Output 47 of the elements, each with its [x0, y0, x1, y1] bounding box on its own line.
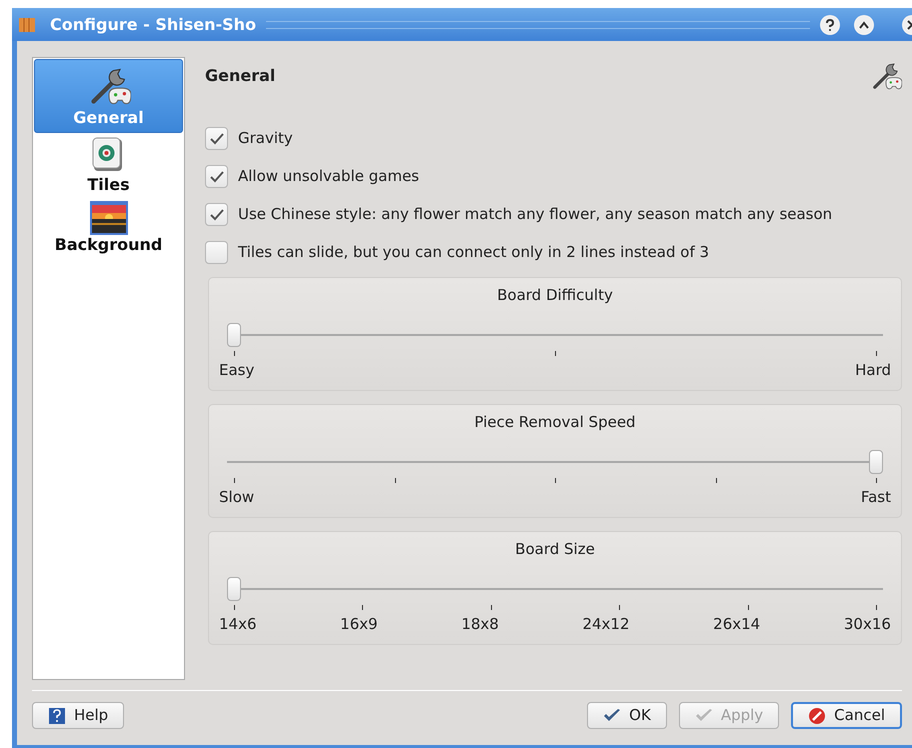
checkbox[interactable]: [205, 241, 228, 264]
slider-label: 26x14: [713, 614, 760, 634]
checkbox[interactable]: [205, 127, 228, 150]
window-title: Configure - Shisen-Sho: [50, 14, 256, 36]
slider-handle[interactable]: [227, 576, 241, 600]
slider[interactable]: [227, 576, 883, 600]
checkbox[interactable]: [205, 165, 228, 188]
help-icon: [48, 706, 66, 724]
slider-title: Board Difficulty: [497, 285, 613, 306]
sidebar-item[interactable]: Background: [34, 197, 183, 257]
dialog-button[interactable]: Help: [32, 702, 124, 729]
slider-title: Board Size: [515, 539, 595, 560]
sunset-image-icon: [90, 201, 128, 235]
checkmark-icon: [210, 132, 224, 144]
slider-label: 18x8: [461, 614, 499, 634]
slider-label: 30x16: [844, 614, 891, 634]
checkmark-icon: [694, 708, 713, 724]
checkmark-icon: [210, 208, 224, 220]
help-button[interactable]: [820, 14, 840, 34]
slider-label: Hard: [855, 360, 891, 380]
checkbox-label: Gravity: [238, 128, 293, 150]
checkbox[interactable]: [205, 203, 228, 226]
sidebar-item[interactable]: Tiles: [34, 133, 183, 197]
slider-label: Easy: [219, 360, 254, 380]
slider-title: Piece Removal Speed: [474, 412, 636, 433]
dialog-button[interactable]: Cancel: [791, 702, 902, 729]
shade-button[interactable]: [854, 14, 874, 34]
cancel-icon: [808, 706, 826, 724]
app-icon: [18, 16, 36, 34]
question-icon: [825, 18, 835, 30]
checkbox-label: Tiles can slide, but you can connect only in 2 lines instead of 3: [238, 242, 710, 264]
checkbox-label: Allow unsolvable games: [238, 166, 420, 188]
slider[interactable]: [227, 322, 883, 346]
dialog-button[interactable]: OK: [587, 702, 667, 729]
slider-label: 16x9: [340, 614, 378, 634]
checkmark-icon: [603, 708, 622, 724]
slider-handle[interactable]: [227, 322, 241, 346]
caret-up-icon: [859, 20, 869, 28]
slider-label: Fast: [860, 486, 891, 508]
checkbox-label: Use Chinese style: any flower match any flower, any season match any season: [238, 204, 832, 226]
slider[interactable]: [227, 450, 883, 474]
slider-handle[interactable]: [869, 450, 883, 474]
page-title: General: [205, 65, 276, 87]
checkmark-icon: [210, 170, 224, 182]
slider-label: Slow: [219, 486, 254, 508]
slider-label: 14x6: [219, 614, 257, 634]
slider-label: 24x12: [582, 614, 630, 634]
